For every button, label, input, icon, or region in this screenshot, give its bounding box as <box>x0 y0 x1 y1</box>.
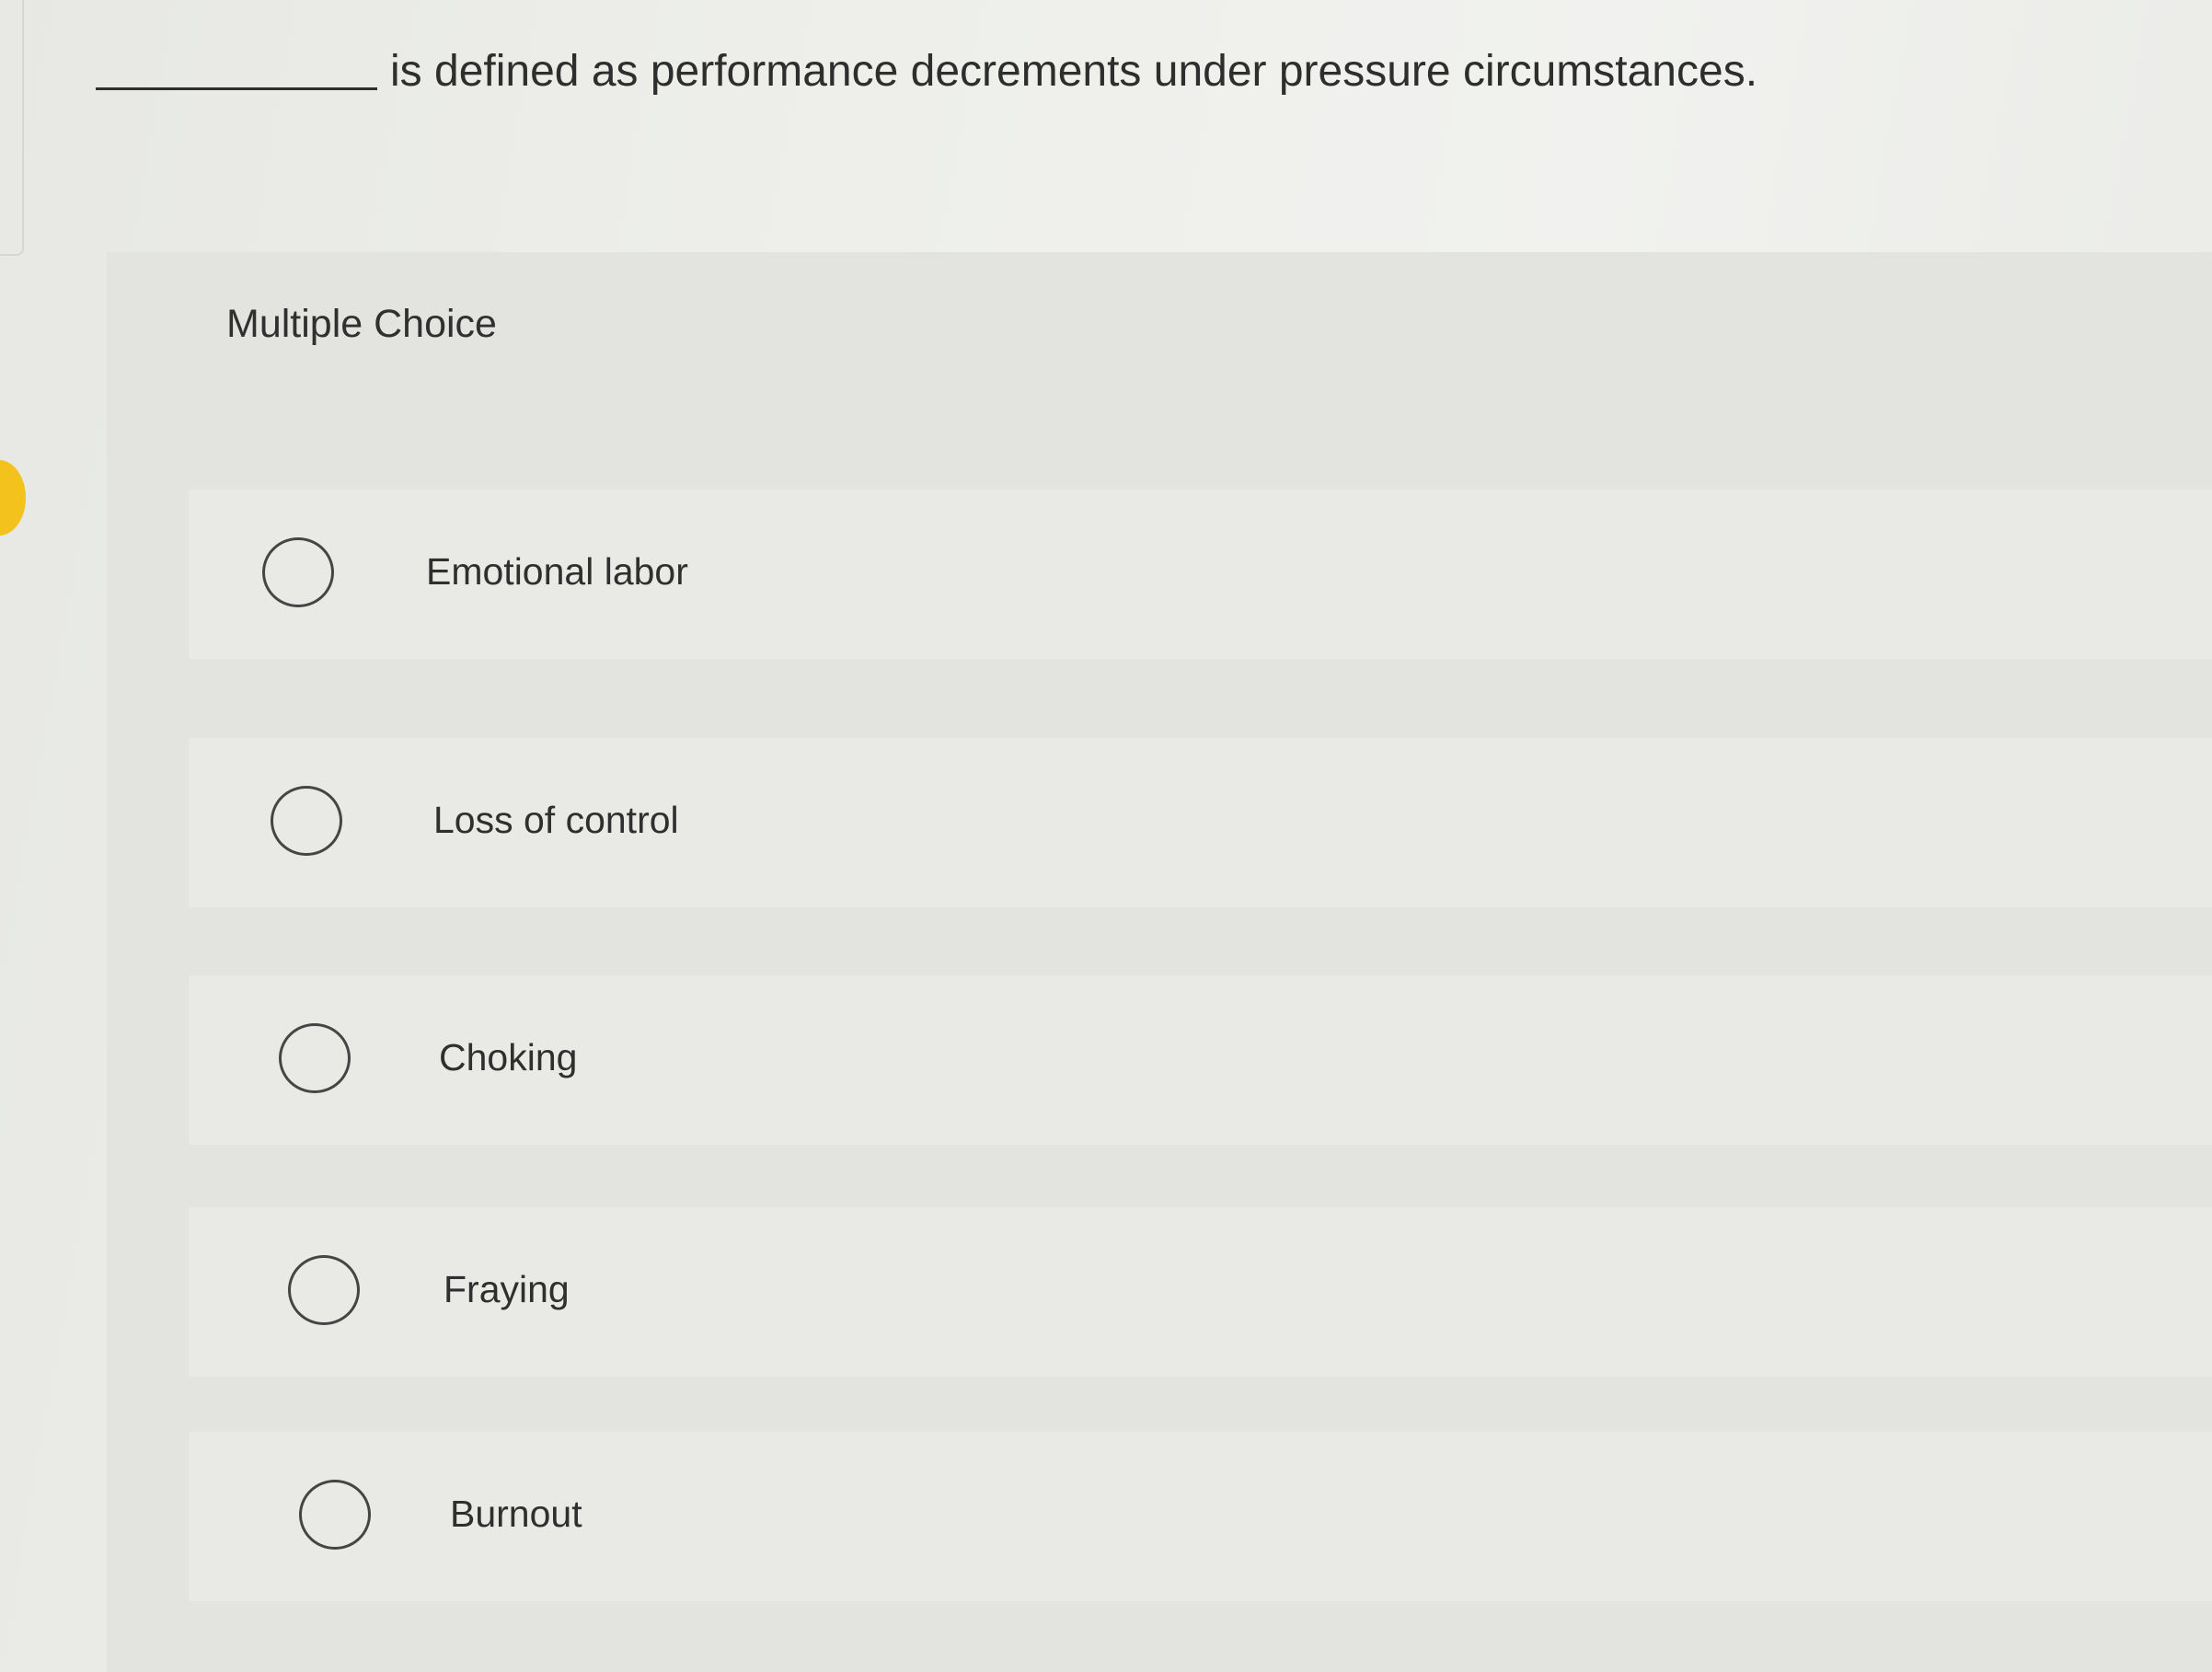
side-panel-tab <box>0 0 24 256</box>
radio-circle-icon[interactable] <box>299 1480 371 1550</box>
option-label[interactable]: Fraying <box>444 1266 570 1312</box>
radio-circle-icon[interactable] <box>271 786 342 856</box>
option-row-emotional-labor[interactable]: Emotional labor <box>189 490 2212 659</box>
radio-circle-icon[interactable] <box>262 537 334 607</box>
option-label[interactable]: Loss of control <box>433 797 679 843</box>
option-row-loss-of-control[interactable]: Loss of control <box>189 738 2212 907</box>
question-prompt: is defined as performance decrements und… <box>96 46 1757 98</box>
fill-in-blank-line <box>96 87 377 90</box>
option-row-burnout[interactable]: Burnout <box>189 1432 2212 1601</box>
radio-circle-icon[interactable] <box>279 1023 351 1093</box>
radio-circle-icon[interactable] <box>288 1255 360 1325</box>
question-type-label: Multiple Choice <box>226 302 497 346</box>
question-text: is defined as performance decrements und… <box>390 47 1758 96</box>
option-label[interactable]: Emotional labor <box>426 548 688 594</box>
option-label[interactable]: Burnout <box>450 1491 582 1537</box>
option-row-choking[interactable]: Choking <box>189 975 2212 1145</box>
option-label[interactable]: Choking <box>439 1034 577 1080</box>
yellow-dot-icon <box>0 460 26 536</box>
option-row-fraying[interactable]: Fraying <box>189 1207 2212 1377</box>
